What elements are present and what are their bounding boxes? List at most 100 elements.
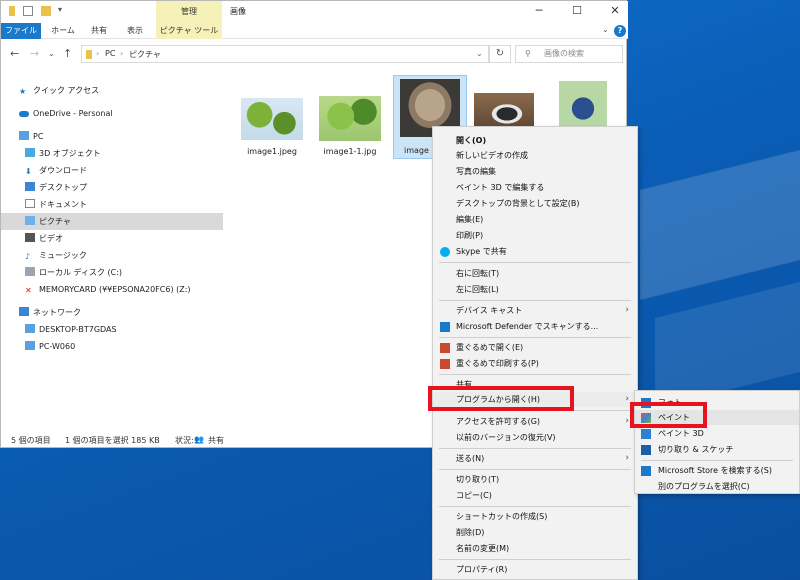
file-name: image (404, 146, 429, 155)
recent-locations-icon[interactable]: ⌄ (48, 49, 55, 58)
tab-home[interactable]: ホーム (47, 23, 79, 39)
drive-icon (25, 267, 35, 276)
properties-icon[interactable] (23, 6, 33, 16)
menu-set-background[interactable]: デスクトップの背景として設定(B) (433, 196, 637, 211)
close-button[interactable]: ✕ (604, 4, 626, 17)
breadcrumb-pc[interactable]: PC (105, 49, 115, 58)
network-icon (19, 307, 29, 316)
menu-create-shortcut[interactable]: ショートカットの作成(S) (433, 509, 637, 524)
menu-send-to[interactable]: 送る(N) › (433, 451, 637, 466)
menu-defender[interactable]: Microsoft Defender でスキャンする... (433, 319, 637, 334)
nav-desktop-pc[interactable]: DESKTOP-BT7GDAS (25, 321, 117, 338)
submenu-label: ペイント 3D (658, 429, 704, 438)
thumbnail-image (241, 98, 303, 140)
menu-grant-access[interactable]: アクセスを許可する(G) › (433, 414, 637, 429)
nav-pc[interactable]: PC (19, 128, 43, 145)
menu-separator (439, 374, 631, 375)
nav-memorycard[interactable]: ✕ MEMORYCARD (¥¥EPSONA20FC6) (Z:) (25, 281, 191, 298)
menu-cut[interactable]: 切り取り(T) (433, 472, 637, 487)
menu-new-video[interactable]: 新しいビデオの作成 (433, 148, 637, 163)
desktop-icon (25, 182, 35, 191)
menu-separator (439, 559, 631, 560)
pc-icon (19, 131, 29, 140)
menu-label: デバイス キャスト (456, 306, 523, 315)
menu-copy[interactable]: コピー(C) (433, 488, 637, 503)
tab-picture-tools[interactable]: ピクチャ ツール (156, 23, 222, 39)
back-arrow-icon[interactable]: ← (10, 47, 19, 60)
maximize-button[interactable]: ☐ (566, 4, 588, 17)
nav-network[interactable]: ネットワーク (19, 304, 81, 321)
menu-label: 以前のバージョンの復元(V) (456, 433, 556, 442)
nav-quick-access[interactable]: ★ クイック アクセス (19, 82, 99, 99)
skype-icon (440, 247, 450, 257)
nav-local-disk[interactable]: ローカル ディスク (C:) (25, 264, 122, 281)
menu-print[interactable]: 印刷(P) (433, 228, 637, 243)
help-icon[interactable]: ? (614, 25, 626, 37)
menu-delete[interactable]: 削除(D) (433, 525, 637, 540)
menu-restore[interactable]: 以前のバージョンの復元(V) (433, 430, 637, 445)
navigation-pane: ★ クイック アクセス OneDrive - Personal PC 3D オブジ… (1, 71, 223, 431)
menu-label: デスクトップの背景として設定(B) (456, 199, 580, 208)
submenu-choose-app[interactable]: 別のプログラムを選択(C) (635, 479, 799, 494)
new-folder-icon[interactable] (41, 6, 51, 16)
refresh-icon[interactable]: ↻ (489, 45, 511, 63)
forward-arrow-icon[interactable]: → (30, 47, 39, 60)
nav-videos[interactable]: ビデオ (25, 230, 63, 247)
nav-label: PC-W060 (39, 342, 76, 351)
menu-skype[interactable]: Skype で共有 (433, 244, 637, 259)
film-icon (25, 233, 35, 242)
nav-downloads[interactable]: ⬇ ダウンロード (25, 162, 87, 179)
snip-icon (641, 445, 651, 455)
menu-properties[interactable]: プロパティ(R) (433, 562, 637, 577)
customize-quick-access-icon[interactable]: ▾ (58, 5, 68, 15)
nav-music[interactable]: ♪ ミュージック (25, 247, 87, 264)
menu-rename[interactable]: 名前の変更(M) (433, 541, 637, 556)
share-people-icon: 👥 (194, 435, 204, 444)
submenu-label: 別のプログラムを選択(C) (658, 482, 750, 491)
window-title: 画像 (230, 7, 246, 16)
submenu-store[interactable]: Microsoft Store を検索する(S) (635, 463, 799, 478)
tab-share[interactable]: 共有 (84, 23, 114, 39)
menu-paint3d[interactable]: ペイント 3D で編集する (433, 180, 637, 195)
menu-rotate-right[interactable]: 右に回転(T) (433, 266, 637, 281)
menu-edit[interactable]: 編集(E) (433, 212, 637, 227)
submenu-paint3d[interactable]: ペイント 3D (635, 426, 799, 441)
breadcrumb-pictures[interactable]: ピクチャ (129, 49, 161, 60)
minimize-button[interactable]: ─ (528, 4, 550, 17)
nav-label: ビデオ (39, 234, 63, 243)
menu-edit-photo[interactable]: 写真の編集 (433, 164, 637, 179)
menu-rotate-left[interactable]: 左に回転(L) (433, 282, 637, 297)
address-box[interactable]: › PC › ピクチャ ⌄ (81, 45, 489, 63)
search-input[interactable]: ⚲ 画像の検索 (515, 45, 623, 63)
nav-3d-objects[interactable]: 3D オブジェクト (25, 145, 101, 162)
up-arrow-icon[interactable]: ↑ (63, 47, 72, 60)
nav-documents[interactable]: ドキュメント (25, 196, 87, 213)
address-dropdown-icon[interactable]: ⌄ (476, 49, 483, 58)
menu-gurumeru-open[interactable]: 重ぐるめで開く(E) (433, 340, 637, 355)
nav-onedrive[interactable]: OneDrive - Personal (19, 105, 113, 122)
ribbon-collapse-icon[interactable]: ⌄ (602, 25, 609, 34)
menu-label: コピー(C) (456, 491, 492, 500)
nav-label: PC (33, 132, 44, 141)
submenu-snip-sketch[interactable]: 切り取り & スケッチ (635, 442, 799, 457)
menu-open[interactable]: 開く(O) (433, 133, 637, 148)
menu-cast[interactable]: デバイス キャスト › (433, 303, 637, 318)
manage-tab[interactable]: 管理 (156, 1, 222, 23)
status-shared: 共有 (208, 436, 224, 445)
folder-icon (9, 6, 15, 16)
nav-pictures[interactable]: ピクチャ (1, 213, 223, 230)
nav-pc-w060[interactable]: PC-W060 (25, 338, 75, 355)
tab-view[interactable]: 表示 (119, 23, 151, 39)
search-placeholder: 画像の検索 (544, 49, 584, 58)
file-name: image1.jpeg (247, 147, 297, 156)
breadcrumb-separator: › (120, 49, 124, 58)
tab-file[interactable]: ファイル (1, 23, 41, 39)
menu-label: 重ぐるめで印刷する(P) (456, 359, 539, 368)
menu-gurumeru-print[interactable]: 重ぐるめで印刷する(P) (433, 356, 637, 371)
nav-desktop[interactable]: デスクトップ (25, 179, 87, 196)
star-icon: ★ (19, 87, 27, 96)
store-icon (641, 466, 651, 476)
menu-separator (439, 448, 631, 449)
picture-icon (25, 216, 35, 225)
menu-label: 名前の変更(M) (456, 544, 510, 553)
